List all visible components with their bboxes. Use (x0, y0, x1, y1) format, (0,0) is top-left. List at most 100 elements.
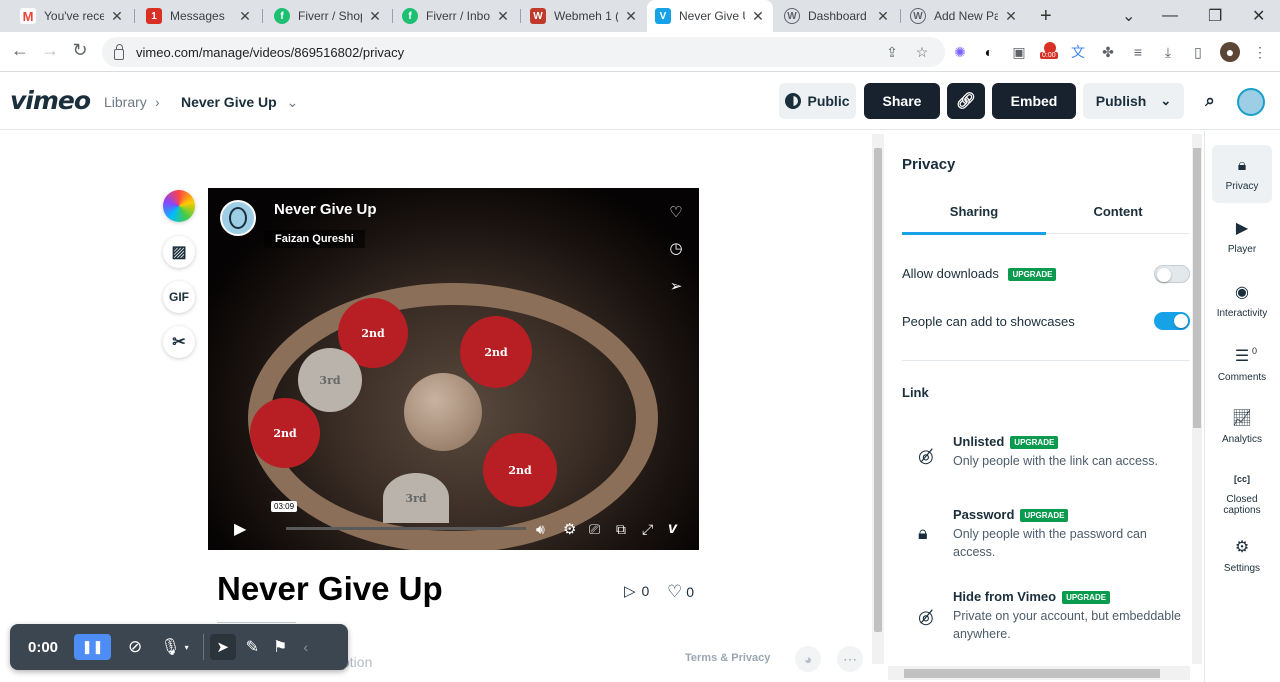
allow-downloads-toggle[interactable] (1154, 265, 1190, 283)
more-icon[interactable]: ⋯ (837, 646, 863, 672)
tab-content[interactable]: Content (1046, 204, 1190, 219)
player-author[interactable]: Faizan Qureshi (264, 230, 365, 248)
download-icon[interactable]: ⤓ (1158, 42, 1178, 62)
microphone-icon[interactable]: 🎙︎ (160, 637, 180, 657)
forward-icon[interactable]: → (38, 40, 62, 61)
close-tab-icon[interactable]: ✕ (1004, 8, 1018, 25)
close-window-icon[interactable]: ✕ (1252, 0, 1265, 32)
sidebar-item-closed-captions[interactable]: [cc] Closed captions (1212, 468, 1272, 516)
side-panel-icon[interactable]: ▯ (1188, 42, 1208, 62)
terms-link[interactable]: Terms & Privacy (685, 652, 770, 664)
tab-search-icon[interactable]: ⌄ (1122, 0, 1135, 32)
extension-icon[interactable]: ◐ (979, 42, 999, 62)
close-tab-icon[interactable]: ✕ (110, 8, 124, 25)
fullscreen-icon[interactable]: ⤢ (642, 521, 653, 538)
close-tab-icon[interactable]: ✕ (496, 8, 510, 25)
bookmark-star-icon[interactable]: ☆ (912, 42, 932, 62)
close-tab-icon[interactable]: ✕ (751, 8, 765, 25)
link-option-hide[interactable]: ◎̸ Hide from Vimeo UPGRADE Private on you… (914, 589, 1184, 645)
play-icon[interactable]: ▶ (234, 519, 246, 539)
browser-menu-icon[interactable]: ⋮ (1250, 42, 1270, 62)
panel-scrollbar-thumb[interactable] (1193, 148, 1201, 428)
upgrade-badge[interactable]: UPGRADE (1010, 436, 1059, 450)
scissors-icon[interactable]: ✂ (163, 326, 195, 358)
browser-tab[interactable]: f Fiverr / Shop ✕ (266, 0, 390, 32)
new-tab-button[interactable]: + (1040, 0, 1052, 32)
sidebar-item-comments[interactable]: ☰ 0 Comments (1212, 346, 1272, 383)
horizontal-scrollbar-thumb[interactable] (904, 669, 1160, 678)
compass-icon[interactable]: ◕ (795, 646, 821, 672)
recorder-extension-icon[interactable]: 0:00 (1038, 42, 1062, 62)
sidebar-item-settings[interactable]: ⚙ Settings (1212, 537, 1272, 574)
profile-avatar[interactable]: ● (1220, 42, 1240, 62)
upgrade-badge[interactable]: UPGRADE (1020, 509, 1069, 523)
mic-dropdown-icon[interactable]: ▾ (185, 643, 189, 652)
color-wheel-icon[interactable] (163, 190, 195, 222)
upgrade-badge[interactable]: UPGRADE (1062, 591, 1111, 605)
link-option-password[interactable]: 🔒︎ Password UPGRADE Only people with the … (914, 507, 1184, 563)
browser-tab[interactable]: 1 Messages ✕ (138, 0, 260, 32)
browser-tab[interactable]: M You've received ✕ (12, 0, 132, 32)
video-player[interactable]: 2nd 2nd 3rd 2nd 2nd 3rd Never Give Up Fa… (208, 188, 699, 550)
sidebar-item-interactivity[interactable]: ◉ Interactivity (1212, 282, 1272, 319)
cursor-tool-icon[interactable]: ➤ (209, 634, 236, 660)
player-title[interactable]: Never Give Up (274, 201, 377, 218)
close-tab-icon[interactable]: ✕ (876, 8, 890, 25)
share-page-icon[interactable]: ⇪ (882, 42, 902, 62)
vimeo-logo[interactable]: vimeo (10, 86, 91, 115)
thumbnail-image-icon[interactable]: ▨ (163, 236, 195, 268)
extension-icon[interactable]: ✺ (950, 42, 970, 62)
browser-tab-active[interactable]: V Never Give Up ✕ (647, 0, 773, 32)
share-button[interactable]: Share (864, 83, 940, 119)
gear-icon[interactable]: ⚙ (563, 520, 576, 538)
back-icon[interactable]: ← (8, 40, 32, 61)
minimize-icon[interactable]: — (1162, 0, 1178, 32)
translate-icon[interactable]: 文 (1068, 42, 1088, 62)
address-bar[interactable]: vimeo.com/manage/videos/869516802/privac… (102, 37, 945, 67)
video-title[interactable]: Never Give Up (217, 570, 443, 608)
browser-tab[interactable]: f Fiverr / Inbox ✕ (394, 0, 518, 32)
pen-tool-icon[interactable]: ✎ (246, 637, 259, 657)
link-option-unlisted[interactable]: ◎̸ Unlisted UPGRADE Only people with the … (914, 434, 1184, 484)
share-plane-icon[interactable]: ➢ (666, 276, 686, 296)
volume-icon[interactable]: 🔊︎ (536, 521, 545, 538)
cast-icon[interactable]: ⎚ (589, 521, 600, 538)
watch-later-icon[interactable]: ◷ (666, 238, 686, 258)
browser-tab[interactable]: W Webmeh 1 (Al ✕ (522, 0, 646, 32)
like-heart-icon[interactable]: ♡ (666, 202, 686, 222)
public-button[interactable]: Public (779, 83, 856, 119)
sidebar-item-privacy[interactable]: 🔒︎ Privacy (1212, 145, 1272, 203)
collapse-chevron-icon[interactable]: ‹ (303, 639, 308, 655)
sidebar-item-player[interactable]: ▶︎ Player (1212, 218, 1272, 255)
browser-tab[interactable]: W Add New Page ✕ (902, 0, 1026, 32)
author-avatar[interactable] (220, 200, 256, 236)
reading-list-icon[interactable]: ≡ (1128, 42, 1148, 62)
broom-tool-icon[interactable]: ⚑ (273, 637, 287, 657)
camera-extension-icon[interactable]: ▣ (1009, 42, 1029, 62)
copy-link-button[interactable]: 🔗︎ (947, 83, 985, 119)
pause-button[interactable]: ❚❚ (74, 634, 112, 660)
breadcrumb-current[interactable]: Never Give Up ⌄ (181, 94, 298, 111)
main-scrollbar-thumb[interactable] (874, 148, 882, 632)
reload-icon[interactable]: ↻ (68, 40, 92, 61)
maximize-icon[interactable]: ❐ (1208, 0, 1222, 32)
camera-off-icon[interactable]: ⊘ (128, 637, 142, 657)
gif-button[interactable]: GIF (163, 281, 195, 313)
progress-track[interactable] (286, 527, 526, 530)
search-icon[interactable]: ⌕ (1198, 83, 1222, 119)
vimeo-v-icon[interactable]: v (668, 520, 677, 538)
publish-button[interactable]: Publish ⌄ (1083, 83, 1184, 119)
breadcrumb-library[interactable]: Library (104, 94, 147, 110)
upgrade-badge[interactable]: UPGRADE (1008, 268, 1057, 282)
browser-tab[interactable]: W Dashboard ✕ (776, 0, 898, 32)
close-tab-icon[interactable]: ✕ (238, 8, 252, 25)
embed-button[interactable]: Embed (992, 83, 1076, 119)
tab-sharing[interactable]: Sharing (902, 204, 1046, 219)
showcases-toggle[interactable] (1154, 312, 1190, 330)
pip-icon[interactable]: ⧉ (616, 521, 626, 538)
close-tab-icon[interactable]: ✕ (624, 8, 638, 25)
sidebar-item-analytics[interactable]: 📈︎ Analytics (1212, 408, 1272, 445)
close-tab-icon[interactable]: ✕ (368, 8, 382, 25)
user-avatar[interactable] (1237, 88, 1265, 116)
extensions-puzzle-icon[interactable]: ✤ (1098, 42, 1118, 62)
